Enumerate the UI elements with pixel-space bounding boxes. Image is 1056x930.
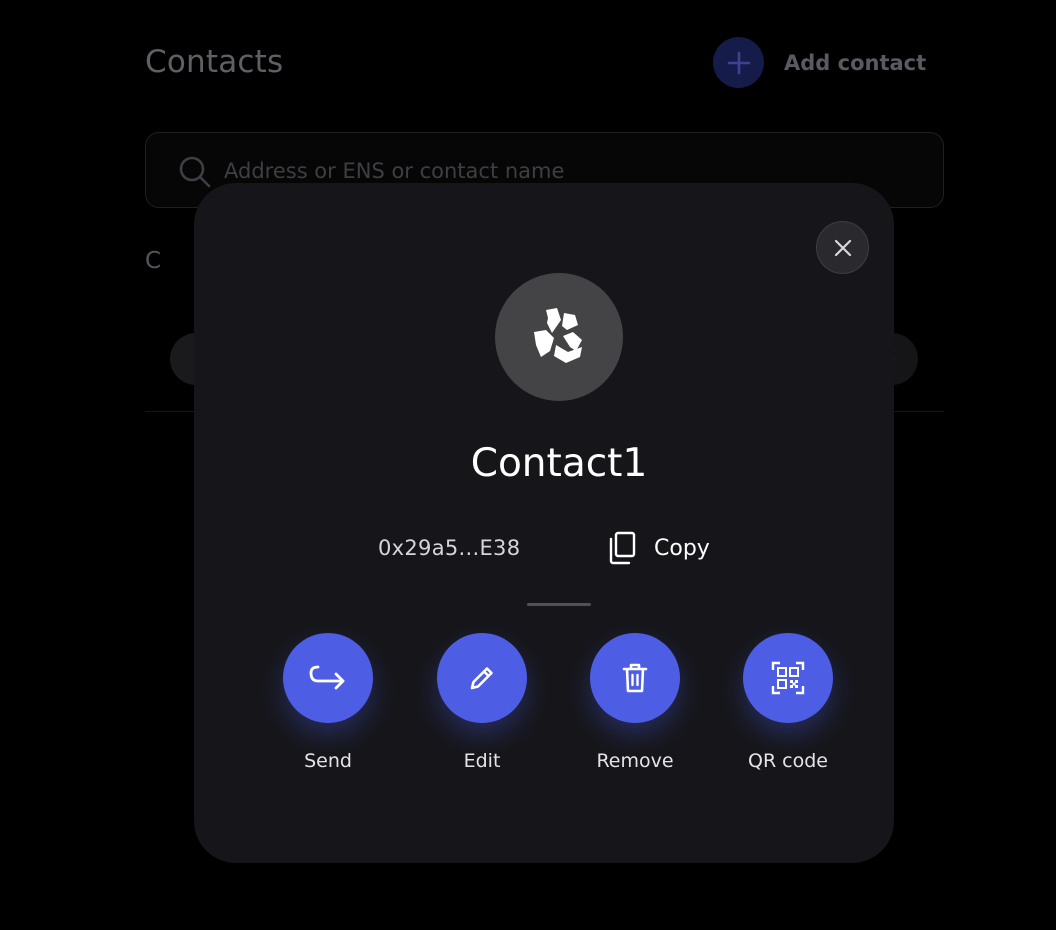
add-contact-button[interactable]: Add contact bbox=[713, 37, 926, 88]
remove-button[interactable]: Remove bbox=[575, 633, 695, 772]
search-placeholder: Address or ENS or contact name bbox=[224, 159, 565, 183]
remove-button-circle[interactable] bbox=[590, 633, 680, 723]
section-separator bbox=[527, 603, 591, 606]
pencil-icon bbox=[470, 667, 493, 690]
search-icon bbox=[178, 155, 212, 193]
close-button[interactable] bbox=[816, 221, 869, 274]
contact-address: 0x29a5...E38 bbox=[378, 536, 521, 560]
qr-code-label: QR code bbox=[747, 750, 829, 772]
contacts-page: Contacts Add contact Address or ENS or c… bbox=[0, 0, 1056, 930]
edit-button[interactable]: Edit bbox=[422, 633, 542, 772]
edit-button-circle[interactable] bbox=[437, 633, 527, 723]
page-title: Contacts bbox=[145, 44, 284, 80]
edit-label: Edit bbox=[463, 750, 501, 772]
send-button[interactable]: Send bbox=[268, 633, 388, 772]
contact-logo-icon bbox=[534, 308, 582, 363]
remove-label: Remove bbox=[596, 750, 674, 772]
copy-address-button[interactable]: Copy bbox=[608, 531, 710, 565]
copy-icon bbox=[609, 531, 636, 565]
qr-code-button[interactable]: QR code bbox=[728, 633, 848, 772]
contact-avatar bbox=[495, 273, 623, 401]
contact-detail-modal: Contact1 0x29a5...E38 Copy Send Edit Rem… bbox=[194, 183, 894, 863]
contact-name: Contact1 bbox=[470, 441, 648, 486]
trash-icon bbox=[622, 663, 648, 693]
send-arrow-icon bbox=[309, 665, 345, 690]
send-label: Send bbox=[304, 750, 352, 772]
group-letter: C bbox=[145, 248, 162, 274]
close-icon bbox=[834, 239, 851, 256]
copy-label: Copy bbox=[654, 535, 710, 561]
add-contact-label: Add contact bbox=[784, 50, 927, 75]
send-button-circle[interactable] bbox=[283, 633, 373, 723]
qr-code-button-circle[interactable] bbox=[743, 633, 833, 723]
qr-code-icon bbox=[771, 661, 805, 695]
plus-icon bbox=[713, 37, 764, 88]
